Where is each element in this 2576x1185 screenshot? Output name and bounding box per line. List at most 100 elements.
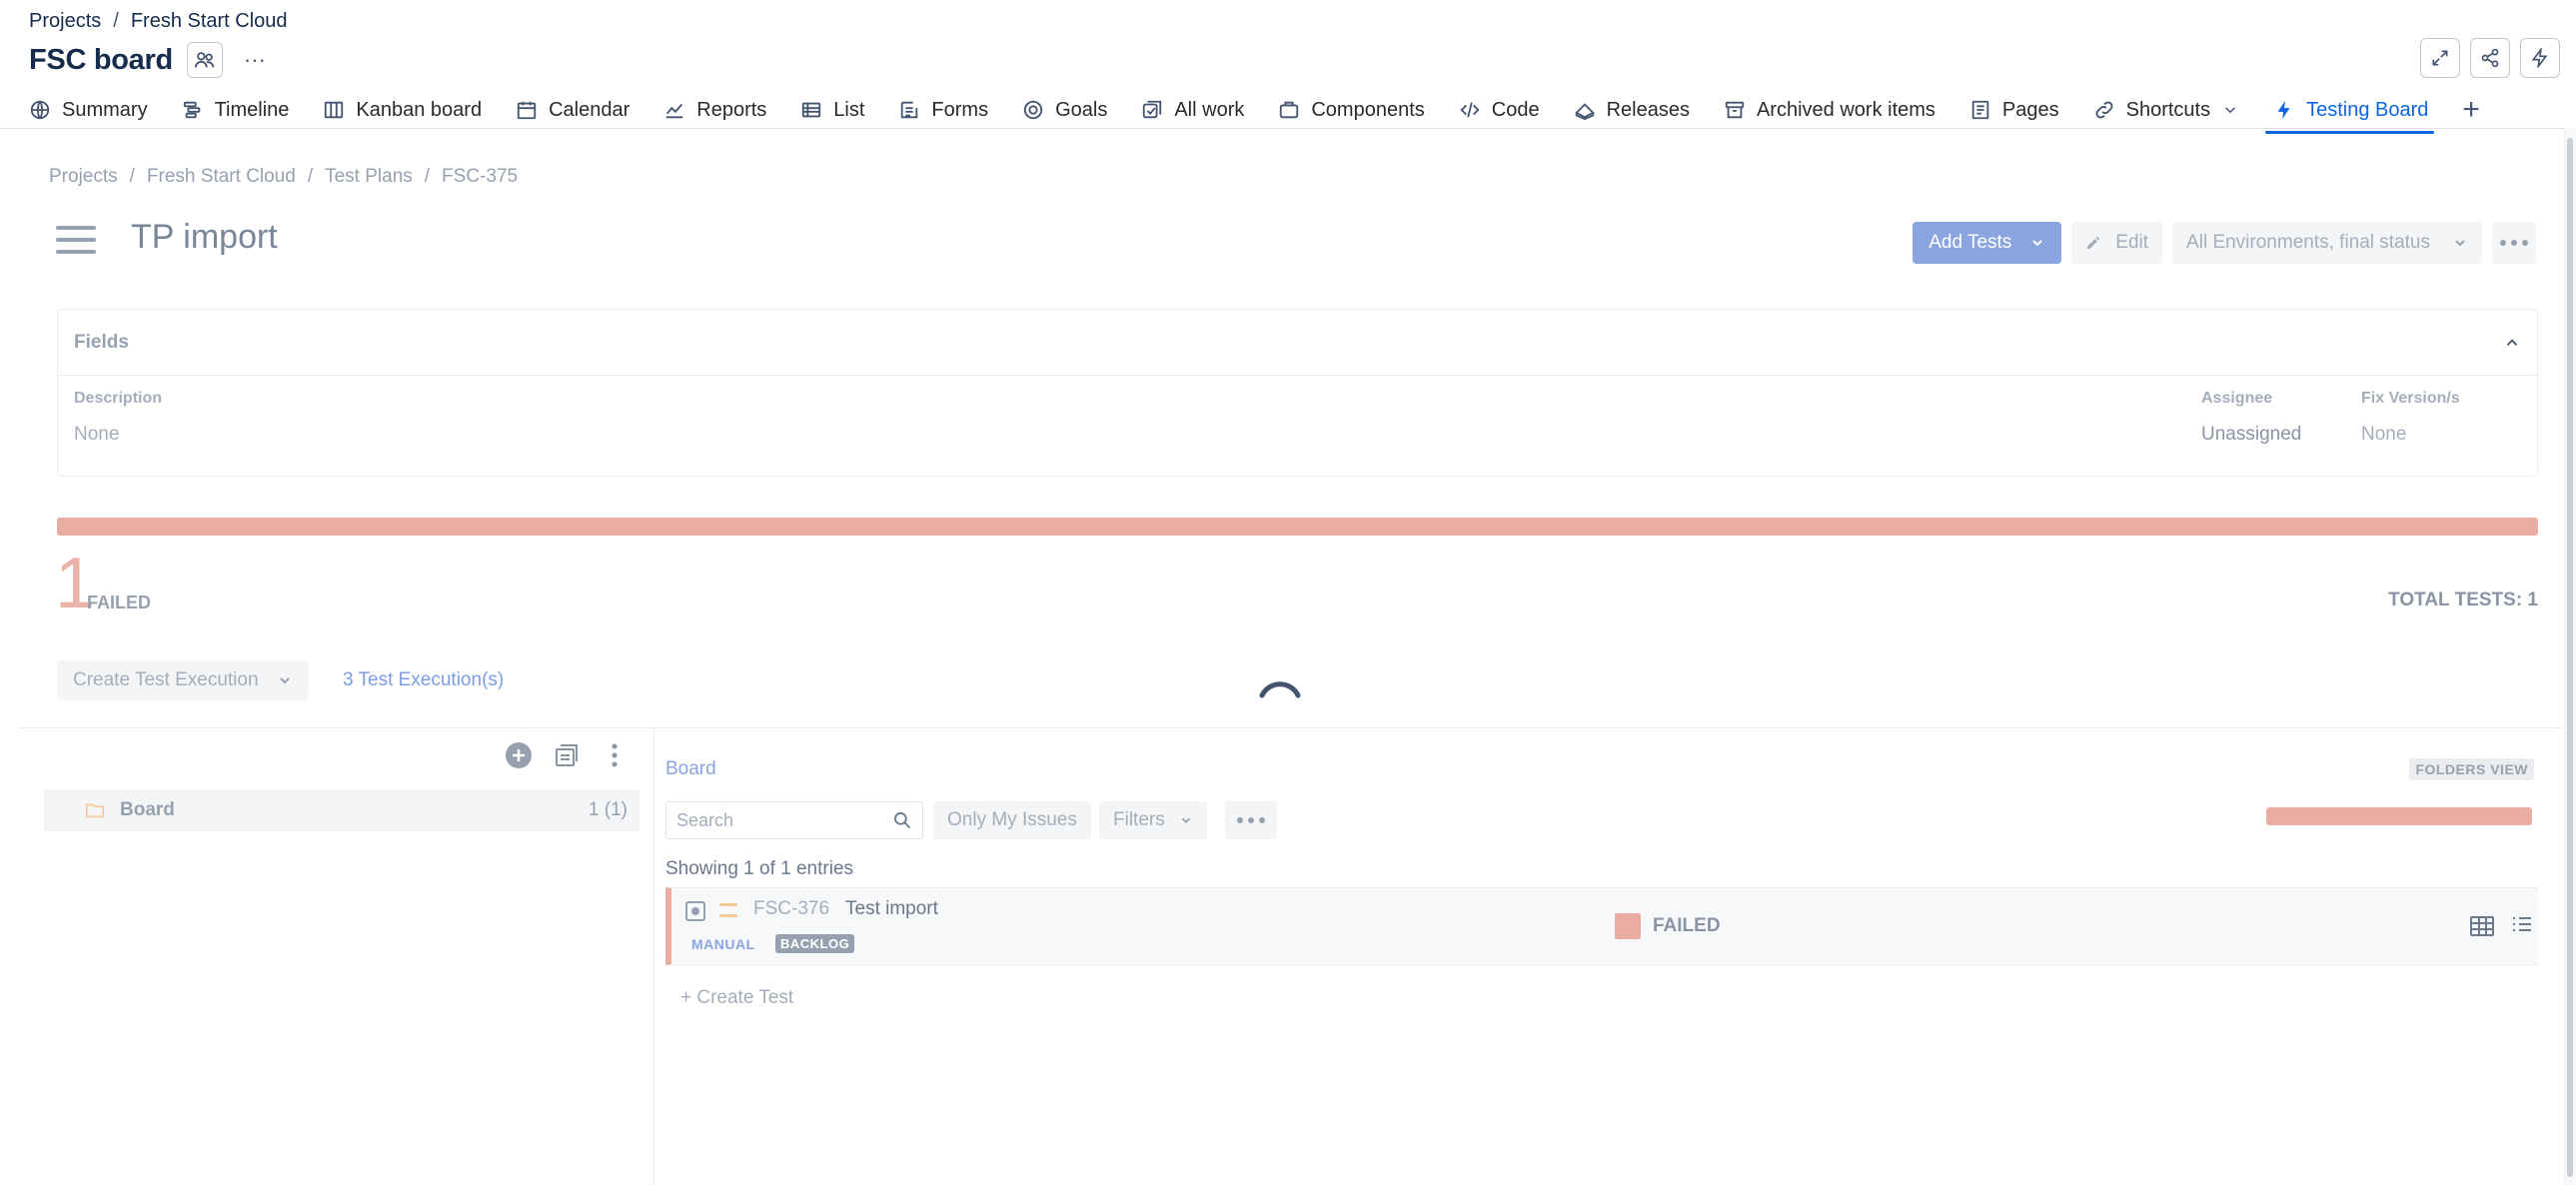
tab-list[interactable]: List <box>800 90 864 130</box>
tab-summary[interactable]: Summary <box>29 90 148 130</box>
folder-name: Board <box>84 799 175 821</box>
lightning-icon <box>2277 100 2290 120</box>
search-input[interactable]: Search <box>665 801 923 839</box>
tab-kanban-board[interactable]: Kanban board <box>323 90 482 130</box>
search-icon <box>894 812 911 829</box>
more-actions-button[interactable]: ··· <box>237 42 273 78</box>
create-test-button[interactable]: + Create Test <box>680 987 793 1009</box>
board-folder-title: Board <box>665 758 716 779</box>
environment-select[interactable]: All Environments, final status <box>2172 222 2482 264</box>
test-plan-actions: Add Tests Edit All Environments, final s… <box>1913 222 2536 264</box>
test-type-label: MANUAL <box>691 936 755 952</box>
automation-button[interactable] <box>2520 38 2560 78</box>
share-button[interactable] <box>2470 38 2510 78</box>
assignee-label: Assignee <box>2201 390 2273 407</box>
chevron-down-icon <box>2225 107 2236 114</box>
tab-all-work[interactable]: All work <box>1141 90 1244 130</box>
tab-calendar[interactable]: Calendar <box>516 90 630 130</box>
tab-reports[interactable]: Reports <box>663 90 766 130</box>
table-view-icon[interactable] <box>2468 912 2496 940</box>
all-work-icon <box>1143 100 1162 119</box>
fields-panel: Fields Description None Assignee Unassig… <box>57 309 2538 477</box>
fullscreen-button[interactable] <box>2420 38 2460 78</box>
priority-medium-icon <box>719 903 737 917</box>
add-tests-button[interactable]: Add Tests <box>1913 222 2062 264</box>
goals-icon <box>1023 100 1043 120</box>
test-key-link[interactable]: FSC-376 <box>753 898 829 920</box>
scrollbar-thumb[interactable] <box>2567 138 2573 1177</box>
tab-components[interactable]: Components <box>1278 90 1425 130</box>
tab-archived-work-items[interactable]: Archived work items <box>1724 90 1935 130</box>
tab-code[interactable]: Code <box>1459 90 1540 130</box>
breadcrumb-separator: / <box>307 166 314 187</box>
nav-divider <box>0 128 2576 129</box>
description-value[interactable]: None <box>74 424 119 446</box>
panel-resize-handle[interactable] <box>653 728 654 1185</box>
code-icon <box>1460 102 1480 118</box>
tab-timeline[interactable]: Timeline <box>182 90 290 130</box>
team-button[interactable] <box>186 42 223 78</box>
edit-button[interactable]: Edit <box>2071 222 2163 264</box>
breadcrumb-project-link[interactable]: Fresh Start Cloud <box>131 10 288 33</box>
pencil-icon <box>2087 237 2100 249</box>
pages-icon <box>1971 100 1989 120</box>
filters-button[interactable]: Filters <box>1099 801 1207 839</box>
tab-label: Summary <box>62 98 148 121</box>
table-row[interactable]: FSC-376 Test import MANUAL BACKLOG FAILE… <box>665 887 2538 965</box>
breadcrumb-project-link[interactable]: Fresh Start Cloud <box>147 166 296 188</box>
share-icon <box>2481 48 2499 68</box>
tab-label: Forms <box>931 98 989 121</box>
create-test-execution-button[interactable]: Create Test Execution <box>57 660 309 700</box>
add-tab-button[interactable]: + <box>2462 95 2480 125</box>
board-more-button[interactable] <box>1225 801 1277 839</box>
assignee-value[interactable]: Unassigned <box>2201 424 2301 446</box>
add-tests-label: Add Tests <box>1929 232 2012 253</box>
timeline-icon <box>183 101 200 119</box>
entries-count: Showing 1 of 1 entries <box>665 858 854 879</box>
add-folder-icon[interactable] <box>504 740 534 770</box>
fix-version-value[interactable]: None <box>2361 424 2406 446</box>
tab-label: All work <box>1174 98 1245 121</box>
tab-releases[interactable]: Releases <box>1574 90 1690 130</box>
copy-icon[interactable] <box>552 740 582 770</box>
tab-label: Timeline <box>214 98 290 121</box>
plan-more-button[interactable] <box>2492 222 2536 264</box>
tab-pages[interactable]: Pages <box>1969 90 2059 130</box>
checklist-icon[interactable] <box>2510 912 2534 936</box>
lightning-icon <box>2531 48 2548 68</box>
board-status-progress-bar <box>2266 807 2532 825</box>
tab-label: List <box>833 98 865 121</box>
test-type-icon <box>685 901 705 921</box>
menu-icon[interactable] <box>56 226 96 254</box>
link-icon <box>2095 101 2113 119</box>
description-label: Description <box>74 390 163 407</box>
kanban-icon <box>325 101 344 119</box>
test-status-progress-bar <box>57 518 2538 536</box>
environment-value: All Environments, final status <box>2186 232 2430 253</box>
releases-icon <box>1574 103 1595 121</box>
breadcrumb-test-plans-link[interactable]: Test Plans <box>325 166 413 188</box>
test-summary-link[interactable]: Test import <box>845 898 938 920</box>
tab-testing-board[interactable]: Testing Board <box>2265 90 2435 134</box>
fix-version-label: Fix Version/s <box>2361 390 2460 407</box>
chevron-down-icon <box>2455 240 2465 247</box>
tab-shortcuts[interactable]: Shortcuts <box>2093 90 2239 130</box>
breadcrumb-issue-key-link[interactable]: FSC-375 <box>442 166 518 188</box>
tab-forms[interactable]: Forms <box>898 90 988 130</box>
breadcrumb-projects-link[interactable]: Projects <box>49 166 118 188</box>
components-icon <box>1280 101 1299 119</box>
loading-spinner-icon <box>1259 681 1301 698</box>
breadcrumb-projects-link[interactable]: Projects <box>29 10 101 33</box>
filters-label: Filters <box>1113 809 1165 830</box>
fields-header[interactable]: Fields <box>58 310 2537 376</box>
folder-tree-item-board[interactable]: Board 1 (1) <box>44 789 640 831</box>
chevron-up-icon[interactable] <box>2503 334 2521 352</box>
vertical-dots-icon[interactable] <box>600 740 630 770</box>
test-executions-link[interactable]: 3 Test Execution(s) <box>343 669 504 691</box>
folder-tree-toolbar <box>504 740 630 770</box>
archive-icon <box>1725 101 1745 119</box>
only-my-issues-button[interactable]: Only My Issues <box>933 801 1091 839</box>
folders-view-toggle[interactable]: FOLDERS VIEW <box>2409 758 2534 780</box>
folder-count: 1 (1) <box>588 799 628 820</box>
tab-goals[interactable]: Goals <box>1022 90 1107 130</box>
